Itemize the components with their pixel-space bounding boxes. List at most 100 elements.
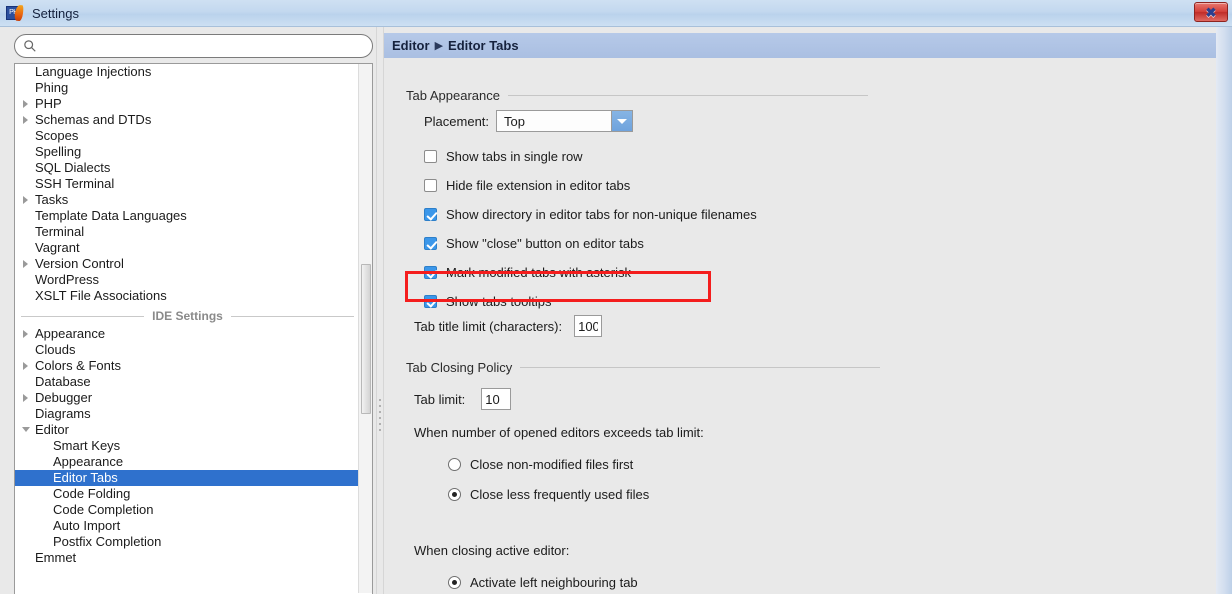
- chevron-right-icon[interactable]: [23, 394, 28, 402]
- radio-label: Activate left neighbouring tab: [470, 574, 638, 590]
- sidebar-item-template-data-languages[interactable]: Template Data Languages: [15, 208, 360, 224]
- sidebar-item-postfix-completion[interactable]: Postfix Completion: [15, 534, 360, 550]
- tab-appearance-checkboxes: Show tabs in single row Hide file extensi…: [424, 142, 1214, 316]
- sidebar-item-vagrant[interactable]: Vagrant: [15, 240, 360, 256]
- sidebar-item-diagrams[interactable]: Diagrams: [15, 406, 360, 422]
- chevron-right-icon[interactable]: [23, 330, 28, 338]
- section-header-tab-closing-policy: Tab Closing Policy: [406, 358, 1196, 376]
- checkbox-show-tabs-in-single-row-row[interactable]: Show tabs in single row: [424, 142, 1214, 171]
- checkbox-show-tabs-tooltips[interactable]: [424, 295, 437, 308]
- sidebar-item-scopes[interactable]: Scopes: [15, 128, 360, 144]
- radio-close-non-modified-files-first-row[interactable]: Close non-modified files first: [448, 449, 1204, 479]
- sidebar-item-colors-fonts[interactable]: Colors & Fonts: [15, 358, 360, 374]
- radio-close-non-modified-files-first[interactable]: [448, 457, 461, 471]
- sidebar-item-editor[interactable]: Editor: [15, 422, 360, 438]
- section-tab-appearance: Tab Appearance: [406, 86, 1196, 104]
- radio-activate-left-neighbouring-tab-row[interactable]: Activate left neighbouring tab: [448, 567, 1204, 594]
- sidebar-item-label: Scopes: [35, 128, 79, 143]
- checkbox-hide-file-extension-in-editor-tabs[interactable]: [424, 179, 437, 192]
- checkbox-mark-modified-tabs-with-asterisk-row[interactable]: Mark modified tabs with asterisk: [424, 258, 1214, 287]
- radio-activate-left-neighbouring-tab[interactable]: [448, 575, 461, 589]
- section-label: Tab Closing Policy: [406, 359, 513, 375]
- radio-label: Close less frequently used files: [470, 486, 650, 502]
- sidebar-item-xslt-file-associations[interactable]: XSLT File Associations: [15, 288, 360, 304]
- settings-window: PH Settings ✖ Language Injections Phing PH…: [0, 0, 1232, 594]
- sidebar-item-code-folding[interactable]: Code Folding: [15, 486, 360, 502]
- sidebar-item-spelling[interactable]: Spelling: [15, 144, 360, 160]
- sidebar-item-label: WordPress: [35, 272, 100, 287]
- sidebar-item-auto-import[interactable]: Auto Import: [15, 518, 360, 534]
- exceeds-radio-list: Close non-modified files first Close less…: [448, 449, 1204, 509]
- sidebar-item-editor-tabs[interactable]: Editor Tabs: [15, 470, 360, 486]
- sidebar-item-code-completion[interactable]: Code Completion: [15, 502, 360, 518]
- checkbox-label: Show tabs in single row: [446, 149, 583, 164]
- tab-limit-input[interactable]: [481, 388, 512, 410]
- sidebar-item-language-injections[interactable]: Language Injections: [15, 64, 360, 80]
- sidebar-item-ssh-terminal[interactable]: SSH Terminal: [15, 176, 360, 192]
- sidebar-item-tasks[interactable]: Tasks: [15, 192, 360, 208]
- closing-radio-list: Activate left neighbouring tabActivate r…: [448, 567, 1204, 594]
- checkbox-show-close-button-on-editor-tabs[interactable]: [424, 237, 437, 250]
- sidebar-item-version-control[interactable]: Version Control: [15, 256, 360, 272]
- exceeds-label: When number of opened editors exceeds ta…: [414, 424, 704, 440]
- tab-limit-control: Tab limit:: [414, 388, 1204, 410]
- checkbox-label: Show "close" button on editor tabs: [446, 236, 644, 251]
- chevron-right-icon[interactable]: [23, 116, 28, 124]
- checkbox-hide-file-extension-in-editor-tabs-row[interactable]: Hide file extension in editor tabs: [424, 171, 1214, 200]
- breadcrumb: Editor ▶ Editor Tabs: [384, 33, 1216, 58]
- sidebar-item-label: Smart Keys: [53, 438, 121, 453]
- close-button[interactable]: ✖: [1194, 2, 1228, 22]
- breadcrumb-parent[interactable]: Editor: [392, 38, 430, 53]
- sidebar-item-appearance[interactable]: Appearance: [15, 326, 360, 342]
- phpstorm-icon: PH: [6, 4, 24, 22]
- radio-label: Close non-modified files first: [470, 456, 634, 472]
- sidebar-item-clouds[interactable]: Clouds: [15, 342, 360, 358]
- pane-splitter[interactable]: [376, 27, 384, 594]
- sidebar-item-label: Appearance: [35, 326, 106, 341]
- sidebar-item-terminal[interactable]: Terminal: [15, 224, 360, 240]
- checkbox-mark-modified-tabs-with-asterisk[interactable]: [424, 266, 437, 279]
- title-bar: PH Settings ✖: [0, 0, 1232, 27]
- chevron-right-icon[interactable]: [23, 196, 28, 204]
- radio-close-less-frequently-used-files-row[interactable]: Close less frequently used files: [448, 479, 1204, 509]
- sidebar-item-debugger[interactable]: Debugger: [15, 390, 360, 406]
- sidebar-item-smart-keys[interactable]: Smart Keys: [15, 438, 360, 454]
- checkbox-show-close-button-on-editor-tabs-row[interactable]: Show "close" button on editor tabs: [424, 229, 1214, 258]
- checkbox-label: Hide file extension in editor tabs: [446, 178, 631, 193]
- search-box[interactable]: [14, 34, 373, 58]
- sidebar-item-label: Phing: [35, 80, 69, 95]
- sidebar-item-emmet[interactable]: Emmet: [15, 550, 360, 566]
- checkbox-show-directory-in-editor-tabs-for-non-unique-filenames-row[interactable]: Show directory in editor tabs for non-un…: [424, 200, 1214, 229]
- settings-detail-pane: Editor ▶ Editor Tabs Tab Appearance Plac…: [384, 27, 1232, 594]
- settings-tree-panel[interactable]: Language Injections Phing PHP Schemas and D…: [14, 63, 373, 594]
- sidebar-item-label: Spelling: [35, 144, 82, 159]
- radio-close-less-frequently-used-files[interactable]: [448, 487, 461, 501]
- sidebar-item-php[interactable]: PHP: [15, 96, 360, 112]
- tree-scrollbar-thumb[interactable]: [361, 264, 371, 414]
- chevron-down-icon[interactable]: [611, 111, 632, 131]
- sidebar-item-sql-dialects[interactable]: SQL Dialects: [15, 160, 360, 176]
- sidebar-item-appearance[interactable]: Appearance: [15, 454, 360, 470]
- settings-form: Tab Appearance Placement: Top Show tabs …: [384, 58, 1216, 594]
- exceeds-label-row: When number of opened editors exceeds ta…: [414, 421, 1204, 443]
- window-right-border: [1216, 27, 1232, 594]
- sidebar-item-label: XSLT File Associations: [35, 288, 167, 303]
- sidebar-item-wordpress[interactable]: WordPress: [15, 272, 360, 288]
- sidebar-item-schemas-and-dtds[interactable]: Schemas and DTDs: [15, 112, 360, 128]
- tree-scrollbar[interactable]: [358, 64, 372, 593]
- checkbox-show-tabs-in-single-row[interactable]: [424, 150, 437, 163]
- chevron-right-icon[interactable]: [23, 100, 28, 108]
- tab-limit-row: Tab limit:: [414, 388, 1204, 410]
- placement-dropdown[interactable]: Top: [496, 110, 633, 132]
- sidebar-item-database[interactable]: Database: [15, 374, 360, 390]
- tab-title-limit-input[interactable]: [574, 315, 603, 337]
- sidebar-item-label: Clouds: [35, 342, 76, 357]
- section-label: Tab Appearance: [406, 87, 500, 103]
- checkbox-show-tabs-tooltips-row[interactable]: Show tabs tooltips: [424, 287, 1214, 316]
- chevron-right-icon[interactable]: [23, 362, 28, 370]
- checkbox-show-directory-in-editor-tabs-for-non-unique-filenames[interactable]: [424, 208, 437, 221]
- sidebar-item-phing[interactable]: Phing: [15, 80, 360, 96]
- chevron-down-icon[interactable]: [22, 427, 30, 432]
- search-input[interactable]: [14, 34, 373, 58]
- chevron-right-icon[interactable]: [23, 260, 28, 268]
